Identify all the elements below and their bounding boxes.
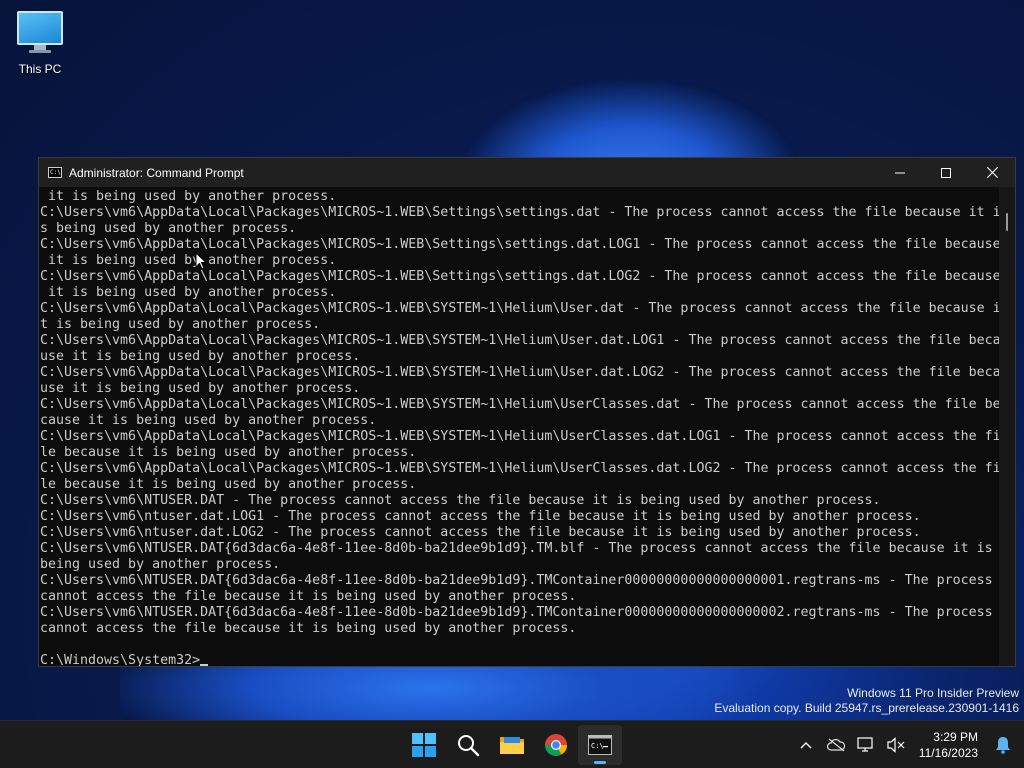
console-line: it is being used by another process. <box>40 285 337 300</box>
onedrive-button[interactable] <box>821 738 851 752</box>
console-output[interactable]: it is being used by another process. C:\U… <box>39 187 1001 666</box>
console-line: C:\Users\vm6\AppData\Local\Packages\MICR… <box>40 301 1001 316</box>
console-line: use it is being used by another process. <box>40 381 361 396</box>
notifications-button[interactable] <box>988 736 1024 754</box>
chrome-button[interactable] <box>534 721 578 768</box>
chrome-icon <box>545 733 567 756</box>
console-line: it is being used by another process. <box>40 189 337 204</box>
close-icon <box>986 167 998 178</box>
taskbar-apps: C:\ <box>402 721 622 768</box>
desktop-icon-label: This PC <box>18 62 62 76</box>
clock-time: 3:29 PM <box>933 729 978 744</box>
clock-date: 11/16/2023 <box>918 745 978 760</box>
console-line: t is being used by another process. <box>40 317 321 332</box>
desktop-icon-this-pc[interactable]: This PC <box>12 8 68 76</box>
console-line: use it is being used by another process. <box>40 349 361 364</box>
show-hidden-icons-button[interactable] <box>791 741 821 749</box>
console-line: C:\Users\vm6\NTUSER.DAT{6d3dac6a-4e8f-11… <box>40 541 993 556</box>
command-prompt-icon: C:\ <box>588 735 612 755</box>
system-tray: 3:29 PM 11/16/2023 <box>791 721 1024 768</box>
console-prompt: C:\Windows\System32> <box>40 653 201 666</box>
maximize-icon <box>941 167 951 178</box>
console-line: C:\Users\vm6\AppData\Local\Packages\MICR… <box>40 397 1001 412</box>
network-button[interactable] <box>851 736 881 753</box>
scrollbar-thumb[interactable] <box>1006 213 1008 231</box>
console-prompt-line[interactable]: C:\Windows\System32> <box>40 653 1001 666</box>
window-title: Administrator: Command Prompt <box>69 165 244 180</box>
console-line: it is being used by another process. <box>40 253 337 268</box>
window-titlebar[interactable]: C:\ Administrator: Command Prompt <box>39 158 1015 187</box>
volume-button[interactable] <box>881 736 911 753</box>
console-line: cannot access the file because it is bei… <box>40 621 577 636</box>
console-line: C:\Users\vm6\NTUSER.DAT - The process ca… <box>40 493 881 508</box>
watermark-edition: Windows 11 Pro Insider Preview <box>847 686 1019 700</box>
console-line: C:\Users\vm6\NTUSER.DAT{6d3dac6a-4e8f-11… <box>40 573 993 588</box>
file-explorer-button[interactable] <box>490 721 534 768</box>
maximize-button[interactable] <box>923 158 969 187</box>
minimize-icon <box>895 172 905 173</box>
console-line: C:\Users\vm6\AppData\Local\Packages\MICR… <box>40 461 1001 476</box>
console-line: C:\Users\vm6\AppData\Local\Packages\MICR… <box>40 365 1001 380</box>
onedrive-offline-icon <box>826 738 845 751</box>
console-line: le because it is being used by another p… <box>40 445 417 460</box>
chevron-up-icon <box>800 741 812 748</box>
file-explorer-icon <box>500 736 524 754</box>
console-line: C:\Users\vm6\NTUSER.DAT{6d3dac6a-4e8f-11… <box>40 605 993 620</box>
command-prompt-window[interactable]: C:\ Administrator: Command Prompt it is … <box>38 157 1016 667</box>
monitor-icon <box>12 11 68 53</box>
volume-muted-icon <box>887 736 905 753</box>
console-line: C:\Users\vm6\AppData\Local\Packages\MICR… <box>40 237 1001 252</box>
console-line: cannot access the file because it is bei… <box>40 589 577 604</box>
svg-text:C:\: C:\ <box>591 742 604 750</box>
console-line: C:\Users\vm6\ntuser.dat.LOG1 - The proce… <box>40 509 921 524</box>
mouse-pointer-icon <box>195 252 207 270</box>
console-line: le because it is being used by another p… <box>40 477 417 492</box>
command-prompt-taskbar-button[interactable]: C:\ <box>578 725 622 765</box>
console-line: C:\Users\vm6\AppData\Local\Packages\MICR… <box>40 205 1001 220</box>
watermark-build: Evaluation copy. Build 25947.rs_prerelea… <box>714 701 1019 715</box>
console-line: cause it is being used by another proces… <box>40 413 377 428</box>
search-icon <box>458 734 480 756</box>
console-line: being used by another process. <box>40 557 281 572</box>
console-line: C:\Users\vm6\AppData\Local\Packages\MICR… <box>40 429 1001 444</box>
taskbar-clock[interactable]: 3:29 PM 11/16/2023 <box>911 729 988 761</box>
console-line: C:\Users\vm6\AppData\Local\Packages\MICR… <box>40 269 1001 284</box>
vertical-scrollbar[interactable] <box>999 187 1015 666</box>
command-prompt-icon: C:\ <box>48 167 62 178</box>
notification-bell-icon <box>996 736 1010 754</box>
windows-watermark: Windows 11 Pro Insider Preview Evaluatio… <box>714 686 1019 716</box>
taskbar: C:\ 3:29 PM 11/16/2023 <box>0 720 1024 768</box>
minimize-button[interactable] <box>877 158 923 187</box>
start-icon <box>412 732 436 757</box>
close-button[interactable] <box>969 158 1015 187</box>
text-cursor <box>200 664 209 666</box>
console-line: C:\Users\vm6\ntuser.dat.LOG2 - The proce… <box>40 525 921 540</box>
search-button[interactable] <box>446 721 490 768</box>
console-line: C:\Users\vm6\AppData\Local\Packages\MICR… <box>40 333 1001 348</box>
start-button[interactable] <box>402 721 446 768</box>
console-line: s being used by another process. <box>40 221 297 236</box>
network-icon <box>857 736 873 752</box>
